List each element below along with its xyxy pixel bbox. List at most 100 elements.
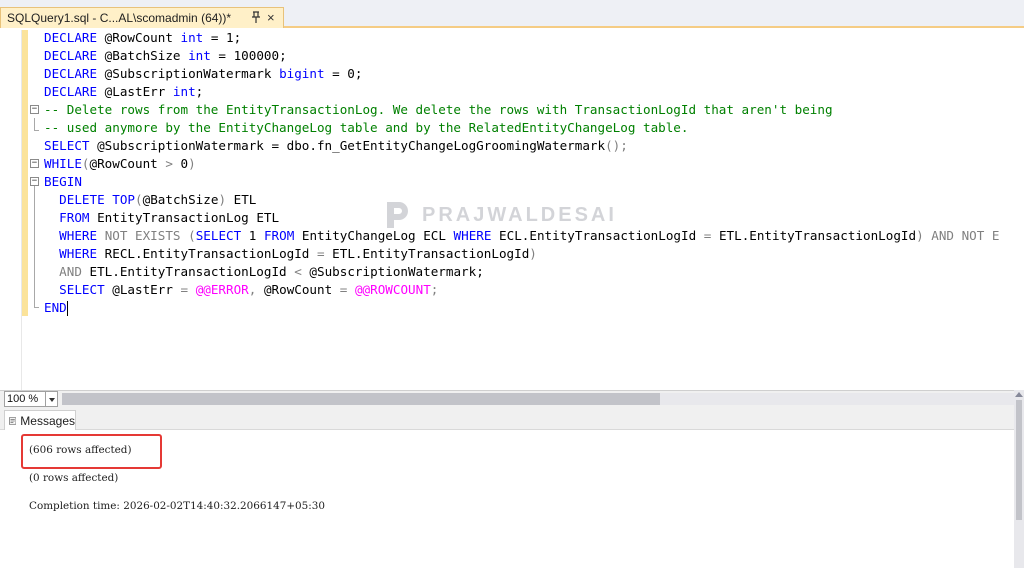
editor-margin (0, 30, 22, 390)
code-token: ( (188, 228, 196, 243)
code-token: @@ROWCOUNT (354, 282, 431, 297)
outline-line (34, 118, 35, 130)
collapse-while-icon[interactable]: − (30, 159, 39, 168)
collapse-begin-icon[interactable]: − (30, 177, 39, 186)
code-line[interactable]: DECLARE @BatchSize int = 100000; (44, 47, 287, 65)
query-tab[interactable]: SQLQuery1.sql - C...AL\scomadmin (64))* … (0, 7, 284, 28)
code-line[interactable]: WHILE(@RowCount > 0) (44, 155, 196, 173)
code-token: @SubscriptionWatermark = dbo.fn_GetEntit… (89, 138, 606, 153)
code-token: WHERE (453, 228, 492, 243)
horizontal-scrollbar-thumb[interactable] (62, 393, 660, 405)
code-token: @BatchSize (142, 192, 219, 207)
code-token: > (165, 156, 173, 171)
code-line[interactable]: DECLARE @RowCount int = 1; (44, 30, 241, 47)
code-token: @RowCount (256, 282, 340, 297)
code-token: FROM (263, 228, 295, 243)
tab-messages-label: Messages (20, 413, 75, 428)
code-token: @SubscriptionWatermark; (301, 264, 484, 279)
message-line: (0 rows affected) (29, 472, 119, 484)
horizontal-scrollbar[interactable] (660, 393, 1024, 405)
outline-end (34, 307, 39, 308)
code-line[interactable]: WHERE RECL.EntityTransactionLogId = ETL.… (44, 245, 537, 263)
code-line[interactable]: DECLARE @LastErr int; (44, 83, 203, 101)
watermark-text: PRAJWALDESAI (422, 203, 617, 226)
code-token: ; (195, 84, 204, 99)
code-line[interactable]: SELECT @LastErr = @@ERROR, @RowCount = @… (44, 281, 438, 299)
code-token: RECL.EntityTransactionLogId (97, 246, 317, 261)
code-line[interactable]: BEGIN (44, 173, 82, 191)
code-token: ) (529, 246, 537, 261)
zoom-dropdown[interactable]: 100 % (4, 391, 46, 407)
code-token: DECLARE (44, 66, 98, 81)
tab-messages[interactable]: Messages (4, 410, 76, 430)
code-token: WHERE (59, 246, 98, 261)
pin-icon[interactable] (249, 10, 263, 25)
scroll-up-icon[interactable] (1015, 392, 1023, 397)
watermark-logo-icon (387, 202, 408, 228)
code-line[interactable]: -- used anymore by the EntityChangeLog t… (44, 119, 688, 137)
code-token: @BatchSize (97, 48, 189, 63)
code-token: SELECT (44, 138, 90, 153)
code-token: < (294, 264, 302, 279)
code-token: ETL.EntityTransactionLogId (324, 246, 530, 261)
zoom-chevron-down-icon[interactable] (46, 391, 58, 407)
watermark: PRAJWALDESAI (384, 200, 617, 230)
code-token: DELETE (59, 192, 105, 207)
code-token: @LastErr (97, 84, 173, 99)
text-caret (66, 301, 68, 316)
code-token: NOT EXISTS (104, 228, 181, 243)
messages-icon (9, 416, 17, 425)
code-line[interactable]: END (44, 299, 68, 317)
code-token: -- used anymore by the EntityChangeLog t… (44, 120, 689, 135)
code-token: TOP (112, 192, 136, 207)
code-token: bigint (279, 66, 325, 81)
code-token: = (180, 282, 189, 297)
code-token: = 0; (324, 66, 363, 81)
completion-time-line: Completion time: 2026-02-02T14:40:32.206… (29, 500, 325, 512)
code-token: int (180, 30, 204, 45)
code-token: AND (59, 264, 82, 279)
query-editor[interactable]: − − − DECLARE @RowCount int = 1; DECLARE … (0, 30, 1024, 390)
code-token: BEGIN (44, 174, 82, 189)
code-line[interactable]: -- Delete rows from the EntityTransactio… (44, 101, 833, 119)
code-line[interactable]: DECLARE @SubscriptionWatermark bigint = … (44, 65, 362, 83)
code-line[interactable]: AND ETL.EntityTransactionLogId < @Subscr… (44, 263, 484, 281)
code-line[interactable]: SELECT @SubscriptionWatermark = dbo.fn_G… (44, 137, 628, 155)
code-token: EntityChangeLog ECL (294, 228, 454, 243)
code-token: = 1; (203, 30, 242, 45)
close-tab-icon[interactable]: × (267, 9, 275, 26)
code-line[interactable]: FROM EntityTransactionLog ETL (44, 209, 279, 227)
outline-line (34, 177, 35, 307)
code-token: WHERE (59, 228, 98, 243)
code-token: ETL.EntityTransactionLogId (711, 228, 917, 243)
code-token: ) (218, 192, 227, 207)
results-tab-bar (0, 408, 1024, 430)
code-token: = (316, 246, 325, 261)
code-token: ( (135, 192, 143, 207)
code-token: ETL (226, 192, 257, 207)
code-token: = 100000; (210, 48, 287, 63)
code-token: ETL.EntityTransactionLogId (81, 264, 295, 279)
code-token: SELECT (59, 282, 105, 297)
code-token: DECLARE (44, 30, 98, 45)
sql-code[interactable]: DECLARE @RowCount int = 1; DECLARE @Batch… (44, 30, 1024, 320)
code-token: EntityTransactionLog ETL (89, 210, 280, 225)
code-line[interactable]: DELETE TOP(@BatchSize) ETL (44, 191, 256, 209)
vertical-scrollbar-thumb[interactable] (1016, 400, 1022, 520)
change-tracking-bar (22, 30, 28, 316)
code-token: @SubscriptionWatermark (97, 66, 280, 81)
code-token: SELECT (195, 228, 242, 243)
collapse-comment-icon[interactable]: − (30, 105, 39, 114)
code-token: @LastErr (104, 282, 181, 297)
query-tab-title: SQLQuery1.sql - C...AL\scomadmin (64))* (7, 11, 232, 25)
code-token: 0 (172, 156, 189, 171)
code-token: FROM (59, 210, 90, 225)
